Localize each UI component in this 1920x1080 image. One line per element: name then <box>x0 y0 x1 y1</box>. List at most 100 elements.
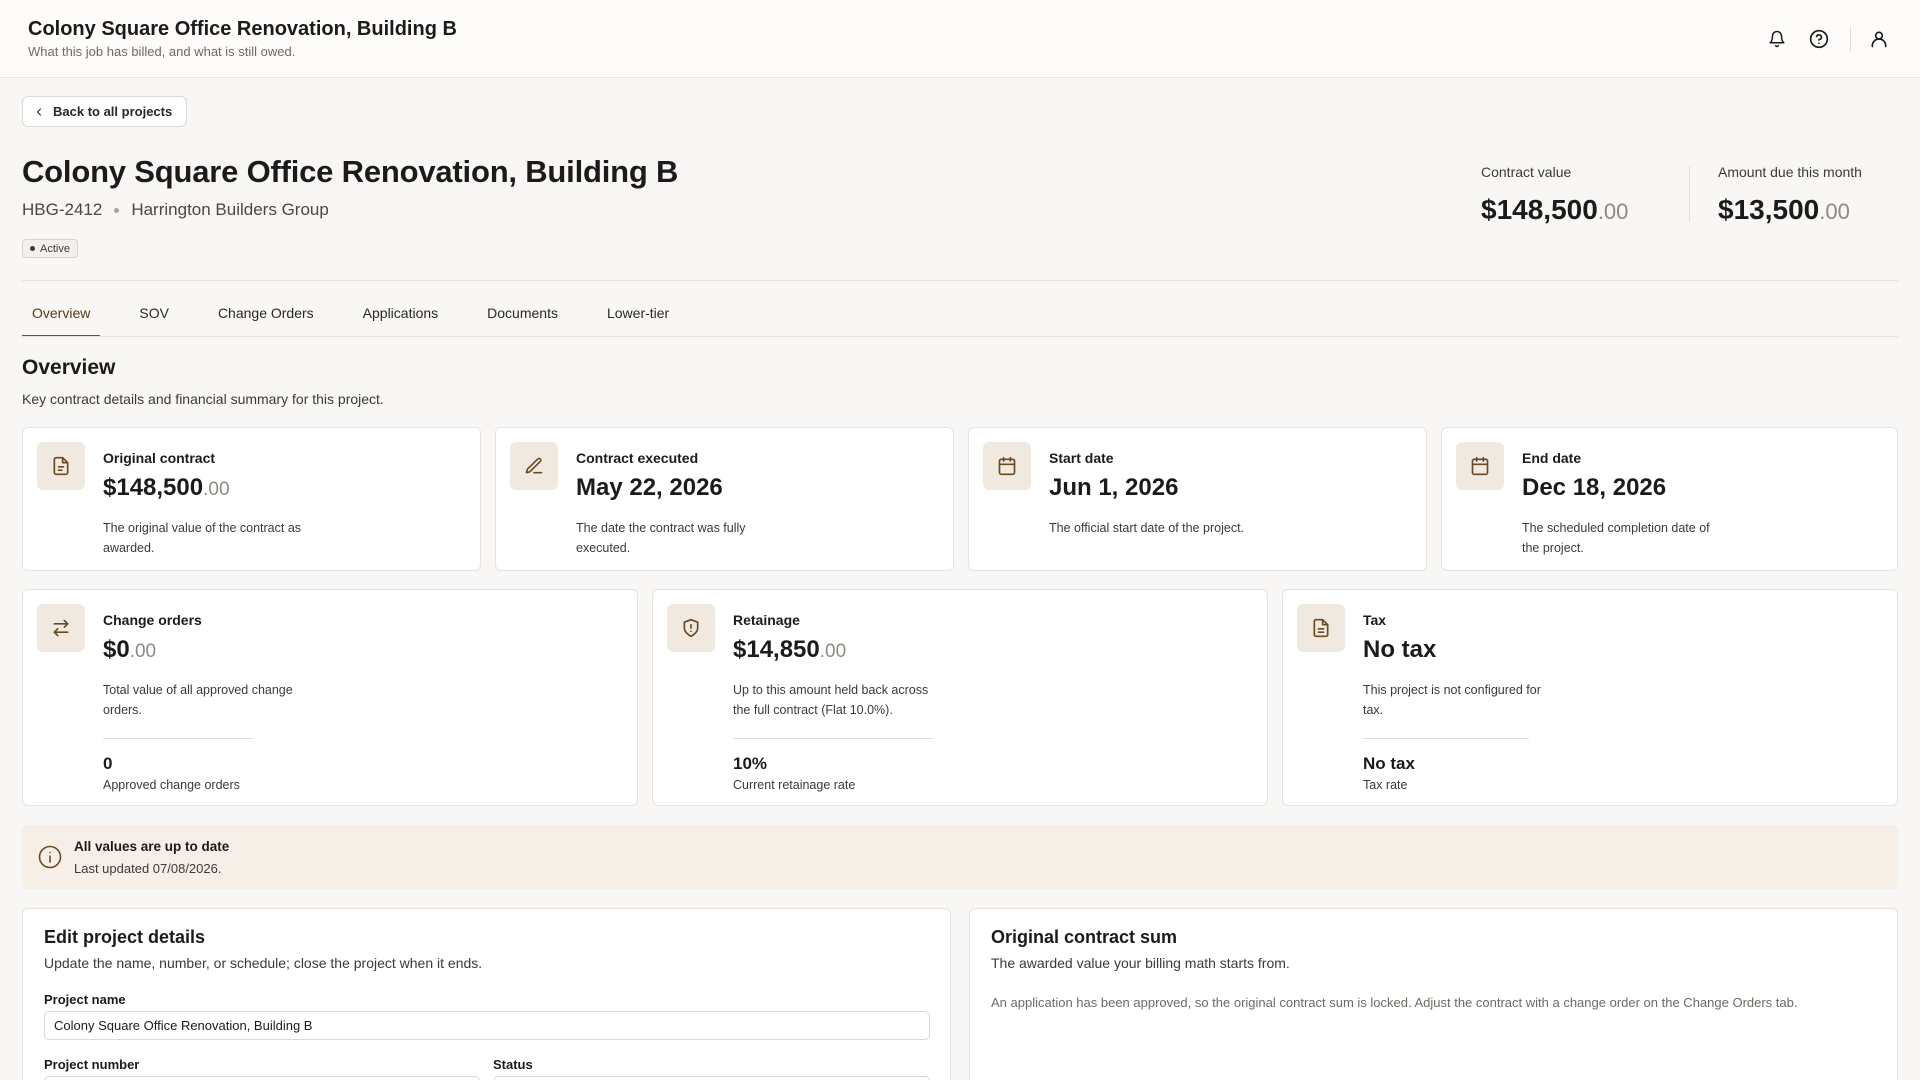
meta-separator <box>114 207 120 213</box>
project-number-label: Project number <box>44 1057 140 1072</box>
card-value: $148,500.00 <box>103 474 230 502</box>
project-number-input[interactable] <box>44 1076 480 1080</box>
header-divider <box>22 280 1898 281</box>
project-company: Harrington Builders Group <box>131 200 329 219</box>
panel-title: Edit project details <box>44 927 206 947</box>
top-bar: Colony Square Office Renovation, Buildin… <box>0 0 1920 78</box>
kpi-contract-value: Contract value $148,500.00 <box>1481 164 1628 226</box>
chevron-left-icon <box>36 107 42 116</box>
card-label: Start date <box>1049 450 1114 466</box>
panel-subtitle: The awarded value your billing math star… <box>991 955 1290 971</box>
card-description: This project is not configured for tax. <box>1363 683 1541 717</box>
card-label: Retainage <box>733 612 800 628</box>
info-icon <box>38 845 62 874</box>
card-description: The original value of the contract as aw… <box>103 521 302 555</box>
card-description: The scheduled completion date of the pro… <box>1522 521 1710 555</box>
card-start-date: Start date Jun 1, 2026 The official star… <box>968 427 1427 571</box>
tab-overview[interactable]: Overview <box>22 290 101 337</box>
topbar-divider <box>1850 26 1851 52</box>
card-tax: Tax No tax This project is not configure… <box>1282 589 1898 806</box>
up-to-date-notice: All values are up to date Last updated 0… <box>22 825 1898 889</box>
panel-title: Original contract sum <box>991 927 1178 947</box>
user-icon[interactable] <box>1866 26 1892 52</box>
card-contract-executed: Contract executed May 22, 2026 The date … <box>495 427 954 571</box>
card-value-whole: $148,500 <box>103 474 204 501</box>
card-label: Original contract <box>103 450 216 466</box>
project-title: Colony Square Office Renovation, Buildin… <box>22 154 679 189</box>
card-sub-value: No tax <box>1363 754 1415 773</box>
card-sub-value: 0 <box>103 754 113 773</box>
card-divider <box>733 738 933 739</box>
status-dot-icon <box>30 246 35 251</box>
card-label: Tax <box>1363 612 1387 628</box>
document-icon <box>37 442 85 490</box>
project-meta: HBG-2412 Harrington Builders Group <box>22 200 329 220</box>
status-label: Status <box>493 1057 533 1072</box>
status-badge-label: Active <box>40 242 70 255</box>
card-description: Total value of all approved change order… <box>103 683 293 717</box>
kpi-value-whole: $148,500 <box>1481 194 1598 225</box>
card-value: Dec 18, 2026 <box>1522 474 1667 501</box>
card-value: No tax <box>1363 636 1437 663</box>
card-sub-label: Tax rate <box>1363 778 1408 792</box>
card-divider <box>103 738 253 739</box>
calendar-icon <box>1456 442 1504 490</box>
card-value-cents: .00 <box>819 641 847 662</box>
kpi-value: $148,500.00 <box>1481 194 1628 226</box>
swap-arrows-icon <box>37 604 85 652</box>
card-description: Up to this amount held back across the f… <box>733 683 929 717</box>
tab-applications[interactable]: Applications <box>353 290 449 336</box>
shield-icon <box>667 604 715 652</box>
original-contract-panel: Original contract sum The awarded value … <box>969 908 1898 1080</box>
back-button-label: Back to all projects <box>53 104 173 119</box>
status-select[interactable] <box>493 1076 930 1080</box>
kpi-value-cents: .00 <box>1819 199 1850 224</box>
project-tabs: Overview SOV Change Orders Applications … <box>22 290 708 337</box>
card-label: Contract executed <box>576 450 699 466</box>
card-value: $14,850.00 <box>733 636 846 664</box>
pencil-icon <box>510 442 558 490</box>
bell-icon[interactable] <box>1764 26 1790 52</box>
notice-title: All values are up to date <box>74 839 230 854</box>
calendar-icon <box>983 442 1031 490</box>
receipt-icon <box>1297 604 1345 652</box>
card-description: The date the contract was fully executed… <box>576 521 746 555</box>
status-badge: Active <box>22 239 78 258</box>
card-value: Jun 1, 2026 <box>1049 474 1179 501</box>
overview-title: Overview <box>22 356 116 379</box>
card-sub-value: 10% <box>733 754 768 773</box>
card-change-orders: Change orders $0.00 Total value of all a… <box>22 589 638 806</box>
project-number: HBG-2412 <box>22 200 103 219</box>
kpi-value: $13,500.00 <box>1718 194 1862 226</box>
help-icon[interactable] <box>1806 26 1832 52</box>
project-name-label: Project name <box>44 992 126 1007</box>
panel-subtitle: Update the name, number, or schedule; cl… <box>44 955 483 971</box>
card-sub-label: Current retainage rate <box>733 778 856 792</box>
kpi-label: Contract value <box>1481 164 1572 180</box>
card-divider <box>1363 738 1529 739</box>
edit-project-panel: Edit project details Update the name, nu… <box>22 908 951 1080</box>
card-retainage: Retainage $14,850.00 Up to this amount h… <box>652 589 1268 806</box>
app-title: Colony Square Office Renovation, Buildin… <box>28 18 457 40</box>
kpi-value-whole: $13,500 <box>1718 194 1820 225</box>
tab-sov[interactable]: SOV <box>129 290 179 336</box>
tab-lower-tier[interactable]: Lower-tier <box>597 290 679 336</box>
card-value-whole: $14,850 <box>733 636 820 663</box>
notice-text: Last updated 07/08/2026. <box>74 861 222 876</box>
card-value-cents: .00 <box>203 479 230 500</box>
card-original-contract: Original contract $148,500.00 The origin… <box>22 427 481 571</box>
card-value-cents: .00 <box>129 641 157 662</box>
tab-documents[interactable]: Documents <box>477 290 568 336</box>
card-value: May 22, 2026 <box>576 474 723 501</box>
card-label: Change orders <box>103 612 202 628</box>
app-subtitle: What this job has billed, and what is st… <box>28 44 296 59</box>
back-to-projects-button[interactable]: Back to all projects <box>22 96 188 127</box>
kpi-value-cents: .00 <box>1597 199 1629 224</box>
kpi-amount-due: Amount due this month $13,500.00 <box>1718 164 1862 226</box>
tab-change-orders[interactable]: Change Orders <box>208 290 324 336</box>
tabs-divider <box>22 336 1898 337</box>
project-name-input[interactable] <box>44 1011 930 1040</box>
card-value: $0.00 <box>103 636 156 664</box>
card-description: The official start date of the project. <box>1049 521 1245 535</box>
card-label: End date <box>1522 450 1582 466</box>
